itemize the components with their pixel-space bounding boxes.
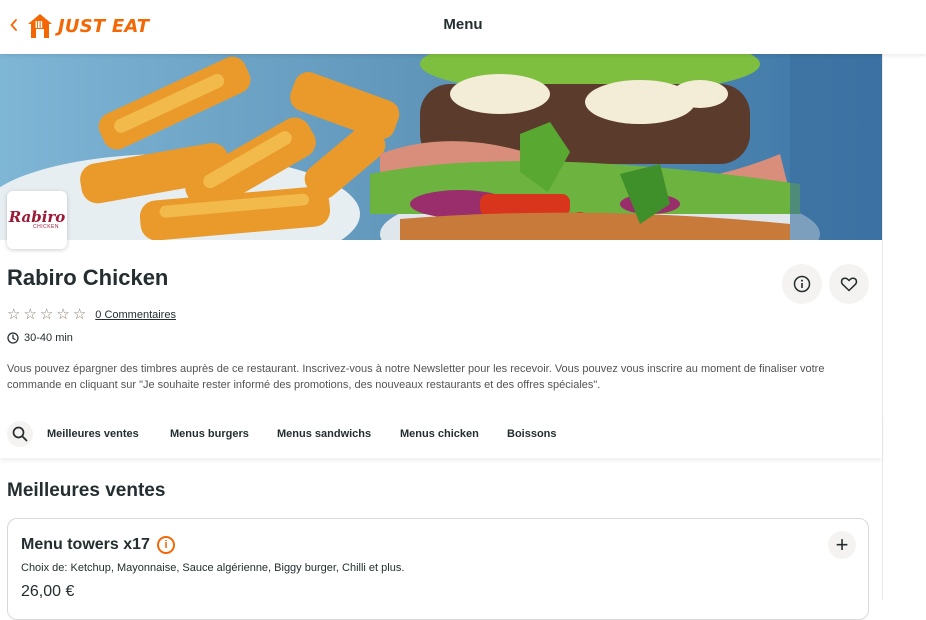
star-icon: ☆ [23, 306, 37, 323]
tab-menus-sandwichs[interactable]: Menus sandwichs [277, 428, 371, 440]
reviews-link[interactable]: 0 Commentaires [95, 309, 176, 321]
menu-item-name: Menu towers x17 [21, 536, 150, 553]
category-nav: Meilleures ventes Menus burgers Menus sa… [0, 412, 882, 458]
add-item-button[interactable]: + [828, 531, 856, 559]
star-icon: ☆ [39, 306, 54, 323]
search-icon [12, 426, 28, 442]
tab-boissons[interactable]: Boissons [507, 428, 557, 440]
menu-item-description: Choix de: Ketchup, Mayonnaise, Sauce alg… [21, 562, 405, 574]
restaurant-logo-brand: Rabiro [8, 208, 66, 226]
info-button[interactable] [782, 264, 822, 304]
heart-icon [840, 277, 858, 292]
delivery-time: 30-40 min [24, 332, 73, 344]
tab-menus-chicken[interactable]: Menus chicken [400, 428, 479, 440]
star-icon: ☆ [7, 306, 21, 323]
tab-meilleures-ventes[interactable]: Meilleures ventes [47, 428, 139, 440]
restaurant-logo: Rabiro CHICKEN [7, 191, 67, 249]
star-icon: ☆ [72, 306, 87, 323]
star-icon: ☆ [56, 306, 70, 323]
page-title: Menu [443, 16, 483, 33]
allergen-info-icon[interactable]: i [157, 536, 175, 554]
rating-row: ☆ ☆ ☆ ☆ ☆ 0 Commentaires [7, 307, 176, 323]
restaurant-logo-sub: CHICKEN [32, 224, 59, 230]
hero-image [0, 54, 882, 240]
favorite-button[interactable] [829, 264, 869, 304]
delivery-time-row: 30-40 min [7, 332, 73, 344]
section-title: Meilleures ventes [7, 480, 166, 501]
top-bar: JUST EAT Menu [0, 0, 926, 54]
tab-menus-burgers[interactable]: Menus burgers [170, 428, 249, 440]
restaurant-name: Rabiro Chicken [7, 265, 169, 290]
info-icon [793, 275, 811, 293]
menu-item-price: 26,00 € [21, 583, 75, 600]
search-button[interactable] [7, 421, 33, 447]
right-gutter [882, 54, 926, 600]
plus-icon: + [835, 532, 849, 557]
clock-icon [7, 332, 19, 344]
newsletter-text: Vous pouvez épargner des timbres auprès … [7, 363, 825, 391]
menu-item-card[interactable]: Menu towers x17 i Choix de: Ketchup, May… [7, 518, 869, 620]
